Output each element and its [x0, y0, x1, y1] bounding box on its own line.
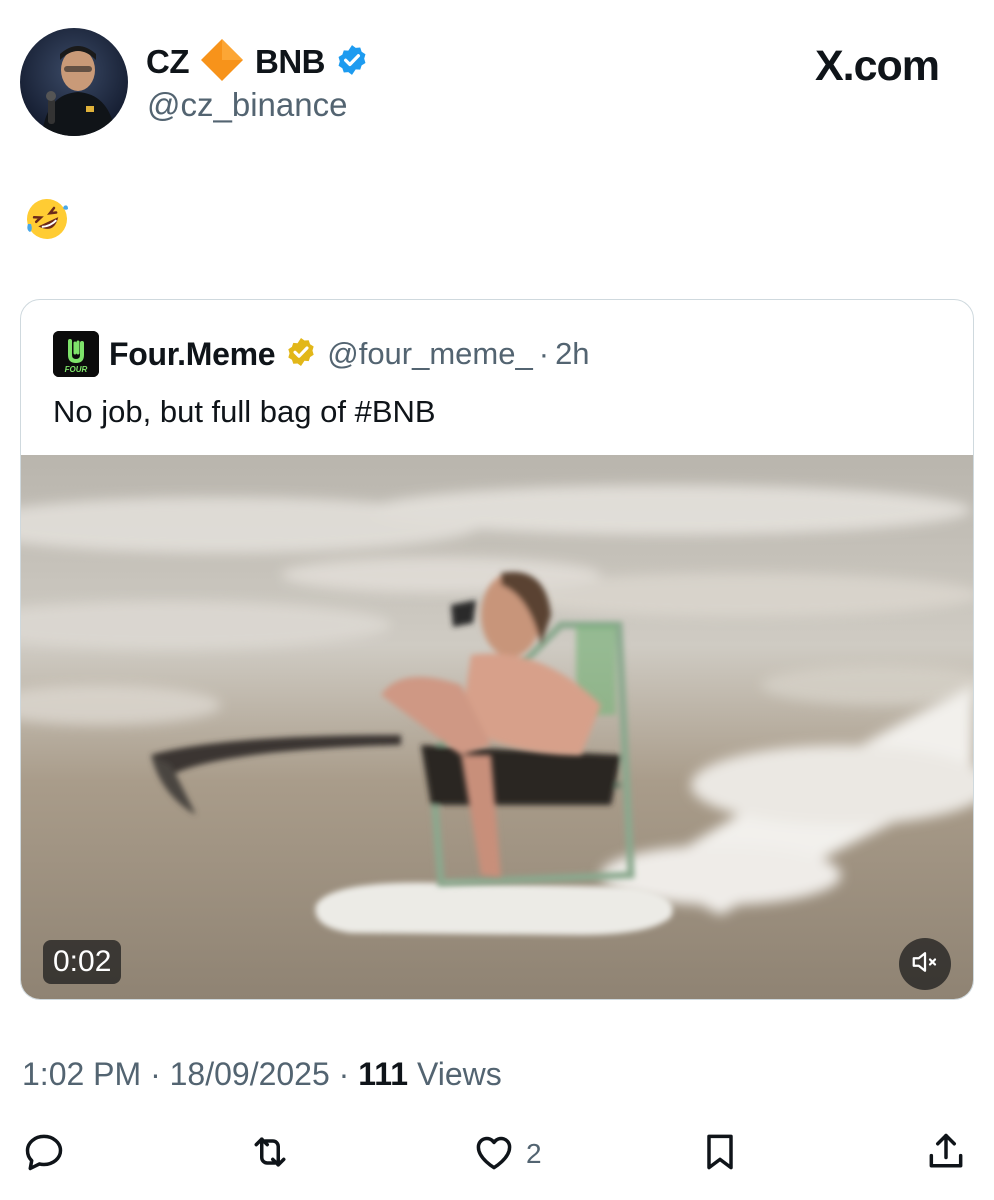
verified-badge-icon	[335, 43, 369, 82]
display-name[interactable]: CZ	[146, 43, 190, 81]
author-name-row[interactable]: CZ BNB	[146, 38, 369, 84]
tweet-time[interactable]: 1:02 PM	[22, 1056, 141, 1092]
video-player[interactable]: 0:02	[21, 455, 973, 999]
name-suffix[interactable]: BNB	[255, 43, 326, 81]
rolling-on-floor-laughing-emoji	[24, 199, 70, 246]
muted-speaker-icon	[910, 947, 940, 982]
avatar[interactable]	[20, 28, 128, 136]
tweet-meta: 1:02 PM · 18/09/2025 · 111 Views	[22, 1056, 502, 1093]
meta-separator: ·	[141, 1056, 170, 1092]
quote-author-name[interactable]: Four.Meme	[109, 336, 276, 373]
tweet-text	[24, 196, 70, 247]
reply-button[interactable]	[22, 1132, 66, 1176]
heart-icon	[472, 1130, 516, 1179]
quoted-tweet-card[interactable]: FOUR Four.Meme @four_meme_ · 2h No job, …	[20, 299, 974, 1000]
bookmark-icon	[698, 1130, 742, 1179]
quote-text: No job, but full bag of #BNB	[53, 394, 436, 429]
meta-separator: ·	[329, 1056, 359, 1092]
orange-diamond-icon	[199, 37, 245, 88]
quote-avatar[interactable]: FOUR	[53, 331, 99, 377]
retweet-icon	[248, 1130, 292, 1179]
author-handle[interactable]: @cz_binance	[147, 86, 347, 124]
retweet-button[interactable]	[248, 1132, 292, 1176]
bookmark-button[interactable]	[698, 1132, 742, 1176]
quote-timestamp[interactable]: 2h	[555, 336, 589, 372]
share-button[interactable]	[924, 1132, 968, 1176]
reply-icon	[22, 1130, 66, 1179]
brand-logo: X.com	[815, 42, 940, 90]
quote-separator: ·	[538, 336, 550, 371]
video-thumbnail	[21, 455, 973, 999]
quote-author-handle[interactable]: @four_meme_	[327, 336, 533, 372]
tweet-date[interactable]: 18/09/2025	[170, 1056, 330, 1092]
video-duration: 0:02	[43, 940, 122, 984]
like-button[interactable]: 2	[472, 1132, 542, 1176]
views-label: Views	[408, 1056, 502, 1092]
mute-button[interactable]	[899, 938, 951, 990]
quote-avatar-text: FOUR	[65, 365, 88, 374]
views-count: 111	[358, 1056, 409, 1092]
gold-verified-badge-icon	[285, 336, 317, 373]
quote-header: FOUR Four.Meme @four_meme_ · 2h	[53, 331, 590, 377]
like-count: 2	[526, 1138, 542, 1169]
share-icon	[924, 1130, 968, 1179]
